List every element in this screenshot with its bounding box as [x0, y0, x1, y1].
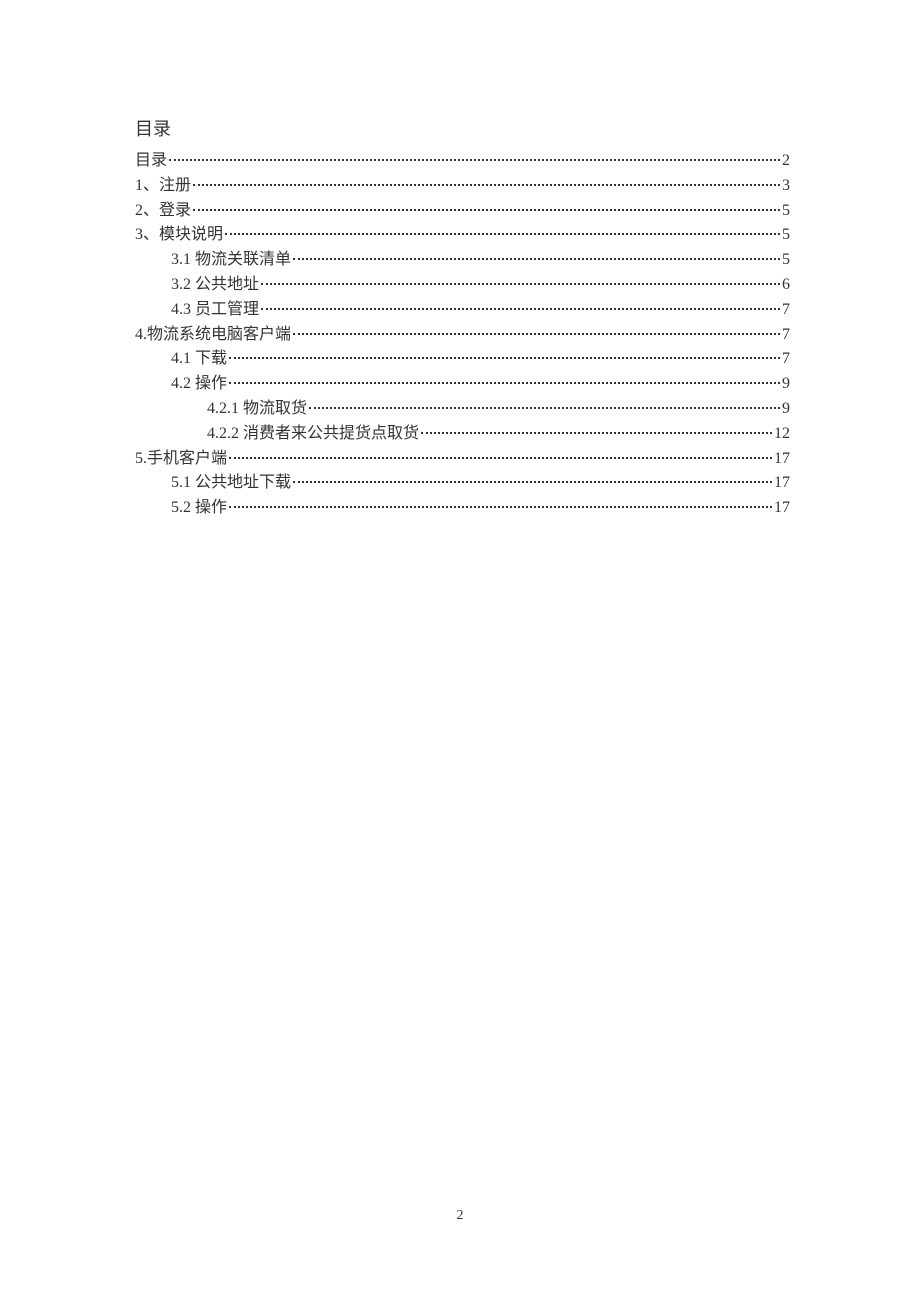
toc-entry-page: 6: [782, 273, 790, 298]
toc-entry[interactable]: 3.2 公共地址 6: [135, 273, 790, 298]
toc-entry[interactable]: 4.2.2 消费者来公共提货点取货 12: [135, 422, 790, 447]
toc-leader-dots: [225, 233, 780, 235]
toc-leader-dots: [309, 407, 780, 409]
toc-leader-dots: [421, 432, 772, 434]
toc-entry-page: 5: [782, 223, 790, 248]
toc-entry-label: 目录: [135, 149, 167, 174]
toc-entry[interactable]: 3、模块说明 5: [135, 223, 790, 248]
toc-entry-label: 3.2 公共地址: [171, 273, 259, 298]
toc-entry[interactable]: 5.手机客户端 17: [135, 447, 790, 472]
toc-entry[interactable]: 目录 2: [135, 149, 790, 174]
toc-entry-label: 5.手机客户端: [135, 447, 227, 472]
toc-entry[interactable]: 1、注册 3: [135, 174, 790, 199]
toc-entry-page: 7: [782, 298, 790, 323]
toc-leader-dots: [261, 308, 780, 310]
toc-entry-label: 3、模块说明: [135, 223, 223, 248]
toc-entry[interactable]: 4.物流系统电脑客户端 7: [135, 323, 790, 348]
document-page: 目录 目录21、注册32、登录53、模块说明53.1 物流关联清单53.2 公共…: [0, 0, 920, 521]
toc-entry[interactable]: 4.2.1 物流取货 9: [135, 397, 790, 422]
toc-entry-label: 4.2.2 消费者来公共提货点取货: [207, 422, 419, 447]
toc-entry-label: 5.2 操作: [171, 496, 227, 521]
toc-leader-dots: [293, 333, 780, 335]
toc-entry-page: 3: [782, 174, 790, 199]
toc-entry-label: 2、登录: [135, 199, 191, 224]
toc-entry[interactable]: 4.2 操作 9: [135, 372, 790, 397]
toc-entry-label: 4.2.1 物流取货: [207, 397, 307, 422]
toc-leader-dots: [261, 283, 780, 285]
toc-entry-label: 5.1 公共地址下载: [171, 471, 291, 496]
toc-entry-page: 17: [774, 471, 790, 496]
toc-entry[interactable]: 5.2 操作 17: [135, 496, 790, 521]
page-number: 2: [0, 1208, 920, 1224]
toc-entry-page: 2: [782, 149, 790, 174]
toc-entry-label: 4.2 操作: [171, 372, 227, 397]
toc-entry-label: 4.物流系统电脑客户端: [135, 323, 291, 348]
toc-title: 目录: [135, 115, 790, 141]
toc-entry-page: 17: [774, 496, 790, 521]
toc-leader-dots: [293, 481, 772, 483]
toc-entry-label: 1、注册: [135, 174, 191, 199]
toc-entry-label: 4.3 员工管理: [171, 298, 259, 323]
toc-entry-page: 12: [774, 422, 790, 447]
toc-entry-page: 5: [782, 248, 790, 273]
toc-entry-page: 9: [782, 397, 790, 422]
toc-entry-page: 5: [782, 199, 790, 224]
toc-entry[interactable]: 4.1 下载 7: [135, 347, 790, 372]
toc-entry[interactable]: 5.1 公共地址下载 17: [135, 471, 790, 496]
toc-leader-dots: [229, 506, 772, 508]
toc-entry-page: 9: [782, 372, 790, 397]
toc-leader-dots: [229, 357, 780, 359]
toc-entry-page: 7: [782, 347, 790, 372]
toc-entry-label: 3.1 物流关联清单: [171, 248, 291, 273]
toc-entry-page: 7: [782, 323, 790, 348]
toc-leader-dots: [293, 258, 780, 260]
toc-entry[interactable]: 3.1 物流关联清单 5: [135, 248, 790, 273]
toc-entry-label: 4.1 下载: [171, 347, 227, 372]
toc-leader-dots: [229, 457, 772, 459]
toc-entry-page: 17: [774, 447, 790, 472]
toc-leader-dots: [169, 159, 780, 161]
toc-list: 目录 2 1、注册 3 2、登录 5 3、模块说明 5 3.1 物流关联清单 5 3.2 公共地址 6…: [135, 149, 790, 521]
toc-leader-dots: [193, 184, 780, 186]
toc-leader-dots: [229, 382, 780, 384]
toc-leader-dots: [193, 209, 780, 211]
toc-entry[interactable]: 2、登录 5: [135, 199, 790, 224]
toc-entry[interactable]: 4.3 员工管理 7: [135, 298, 790, 323]
